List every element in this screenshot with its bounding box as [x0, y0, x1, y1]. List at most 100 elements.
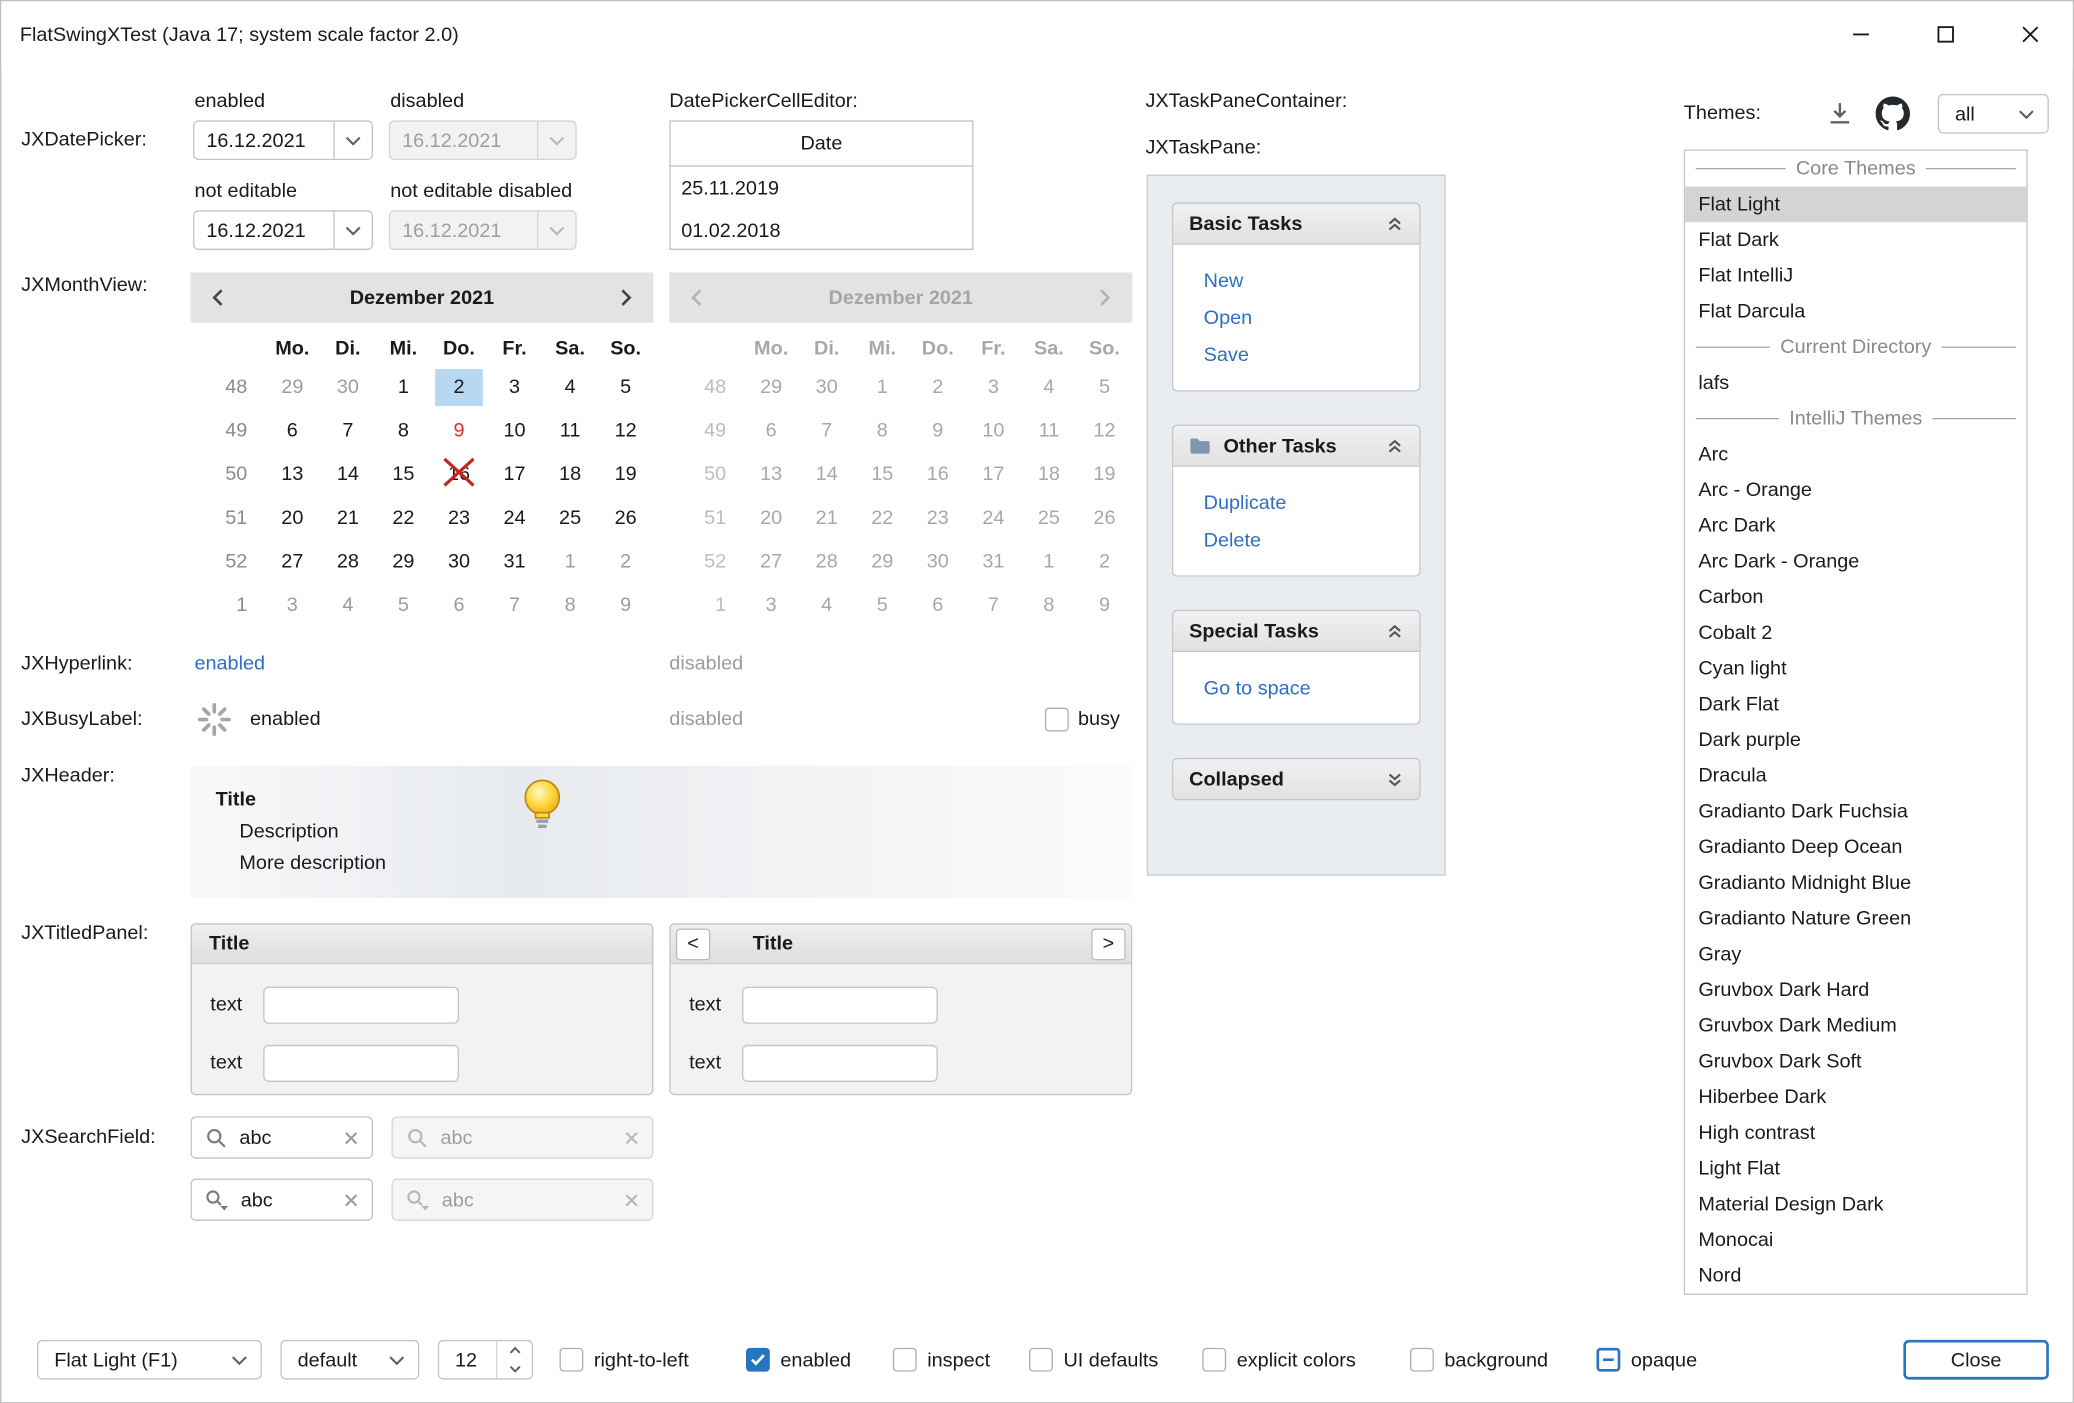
- theme-item-arc-orange[interactable]: Arc - Orange: [1685, 472, 2026, 508]
- datepicker-enabled[interactable]: 16.12.2021: [193, 120, 373, 160]
- font-size-spinner[interactable]: 12: [438, 1340, 533, 1380]
- day-cell[interactable]: 20: [265, 496, 321, 540]
- datepicker-value[interactable]: 16.12.2021: [194, 122, 333, 159]
- day-cell[interactable]: 30: [431, 540, 487, 584]
- theme-item-arc[interactable]: Arc: [1685, 436, 2026, 472]
- theme-item-nord[interactable]: Nord: [1685, 1258, 2026, 1294]
- day-cell[interactable]: 29: [265, 365, 321, 409]
- search-input[interactable]: abc: [239, 1126, 332, 1148]
- datepicker-dropdown-button[interactable]: [333, 212, 371, 249]
- text-input[interactable]: [263, 1045, 459, 1082]
- day-cell[interactable]: 27: [265, 540, 321, 584]
- theme-item-cobalt-2[interactable]: Cobalt 2: [1685, 615, 2026, 651]
- day-cell[interactable]: 1: [376, 365, 432, 409]
- themes-filter-combo[interactable]: all: [1938, 94, 2049, 134]
- day-cell[interactable]: 15: [376, 452, 432, 496]
- spinner-value[interactable]: 12: [439, 1341, 496, 1378]
- day-cell[interactable]: 2: [598, 540, 654, 584]
- day-cell[interactable]: 6: [431, 583, 487, 627]
- spinner-up-icon[interactable]: [497, 1341, 531, 1360]
- day-cell-flagged[interactable]: 9: [431, 409, 487, 453]
- checkbox-opaque[interactable]: opaque: [1597, 1340, 1698, 1380]
- day-cell[interactable]: 24: [487, 496, 543, 540]
- titled-panel-right-button[interactable]: >: [1091, 928, 1125, 960]
- taskpane-link-open[interactable]: Open: [1204, 299, 1420, 336]
- day-cell[interactable]: 18: [542, 452, 598, 496]
- checkbox-box[interactable]: [746, 1348, 770, 1372]
- theme-item-gray[interactable]: Gray: [1685, 936, 2026, 972]
- day-cell[interactable]: 28: [320, 540, 376, 584]
- datepicker-dropdown-button[interactable]: [333, 122, 371, 159]
- theme-item-flat-dark[interactable]: Flat Dark: [1685, 222, 2026, 258]
- font-combo[interactable]: default: [280, 1340, 419, 1380]
- day-cell[interactable]: 7: [487, 583, 543, 627]
- day-cell[interactable]: 22: [376, 496, 432, 540]
- theme-item-cyan-light[interactable]: Cyan light: [1685, 651, 2026, 687]
- taskpane-link-delete[interactable]: Delete: [1204, 521, 1420, 558]
- day-cell[interactable]: 3: [487, 365, 543, 409]
- theme-item-hiberbee-dark[interactable]: Hiberbee Dark: [1685, 1079, 2026, 1115]
- theme-item-high-contrast[interactable]: High contrast: [1685, 1115, 2026, 1151]
- day-cell[interactable]: 6: [265, 409, 321, 453]
- search-input[interactable]: abc: [241, 1188, 332, 1210]
- maximize-button[interactable]: [1903, 1, 1988, 67]
- datepicker-not-editable[interactable]: 16.12.2021: [193, 210, 373, 250]
- checkbox-box[interactable]: [1410, 1348, 1434, 1372]
- table-column-header[interactable]: Date: [671, 122, 973, 167]
- theme-item-gradianto-deep-ocean[interactable]: Gradianto Deep Ocean: [1685, 829, 2026, 865]
- theme-item-carbon[interactable]: Carbon: [1685, 579, 2026, 615]
- laf-combo[interactable]: Flat Light (F1): [37, 1340, 262, 1380]
- titled-panel-left-button[interactable]: <: [676, 928, 710, 960]
- busy-checkbox[interactable]: [1045, 708, 1069, 732]
- theme-item-light-flat[interactable]: Light Flat: [1685, 1151, 2026, 1187]
- day-cell[interactable]: 4: [542, 365, 598, 409]
- theme-item-flat-light[interactable]: Flat Light: [1685, 187, 2026, 223]
- taskpane-link-go-to-space[interactable]: Go to space: [1204, 669, 1420, 706]
- github-button[interactable]: [1876, 97, 1910, 137]
- chevron-double-up-icon[interactable]: [1386, 437, 1403, 454]
- taskpane-link-save[interactable]: Save: [1204, 336, 1420, 373]
- checkbox-ui-defaults[interactable]: UI defaults: [1029, 1340, 1158, 1380]
- day-cell[interactable]: 23: [431, 496, 487, 540]
- day-cell[interactable]: 10: [487, 409, 543, 453]
- minimize-button[interactable]: [1819, 1, 1904, 67]
- theme-item-dark-flat[interactable]: Dark Flat: [1685, 686, 2026, 722]
- monthview-enabled[interactable]: Dezember 2021Mo.Di.Mi.Do.Fr.Sa.So.482930…: [190, 272, 653, 634]
- day-cell[interactable]: 31: [487, 540, 543, 584]
- day-cell[interactable]: 13: [265, 452, 321, 496]
- text-input[interactable]: [742, 987, 938, 1024]
- checkbox-box[interactable]: [1597, 1348, 1621, 1372]
- taskpane-header-special-tasks[interactable]: Special Tasks: [1172, 610, 1421, 652]
- day-cell[interactable]: 8: [542, 583, 598, 627]
- day-cell[interactable]: 25: [542, 496, 598, 540]
- prev-month-button[interactable]: [212, 288, 224, 307]
- checkbox-box[interactable]: [893, 1348, 917, 1372]
- table-row[interactable]: 25.11.2019: [671, 167, 973, 209]
- day-cell[interactable]: 1: [542, 540, 598, 584]
- taskpane-header-basic-tasks[interactable]: Basic Tasks: [1172, 202, 1421, 244]
- taskpane-link-new[interactable]: New: [1204, 262, 1420, 299]
- clear-icon[interactable]: [344, 1130, 359, 1145]
- clear-icon[interactable]: [344, 1192, 359, 1207]
- day-cell[interactable]: 19: [598, 452, 654, 496]
- theme-item-dracula[interactable]: Dracula: [1685, 758, 2026, 794]
- theme-item-dark-purple[interactable]: Dark purple: [1685, 722, 2026, 758]
- search-dropdown-icon[interactable]: [205, 1188, 229, 1210]
- chevron-double-up-icon[interactable]: [1386, 622, 1403, 639]
- day-cell[interactable]: 21: [320, 496, 376, 540]
- day-cell[interactable]: 29: [376, 540, 432, 584]
- checkbox-background[interactable]: background: [1410, 1340, 1548, 1380]
- day-cell[interactable]: 12: [598, 409, 654, 453]
- theme-item-material-design-dark[interactable]: Material Design Dark: [1685, 1186, 2026, 1222]
- theme-item-flat-intellij[interactable]: Flat IntelliJ: [1685, 258, 2026, 294]
- day-cell[interactable]: 17: [487, 452, 543, 496]
- day-cell[interactable]: 5: [598, 365, 654, 409]
- day-cell[interactable]: 30: [320, 365, 376, 409]
- close-window-button[interactable]: [1988, 1, 2073, 67]
- theme-item-arc-dark-orange[interactable]: Arc Dark - Orange: [1685, 544, 2026, 580]
- theme-item-lafs[interactable]: lafs: [1685, 365, 2026, 401]
- theme-item-arc-dark[interactable]: Arc Dark: [1685, 508, 2026, 544]
- day-cell[interactable]: 14: [320, 452, 376, 496]
- checkbox-box[interactable]: [1029, 1348, 1053, 1372]
- chevron-double-up-icon[interactable]: [1386, 215, 1403, 232]
